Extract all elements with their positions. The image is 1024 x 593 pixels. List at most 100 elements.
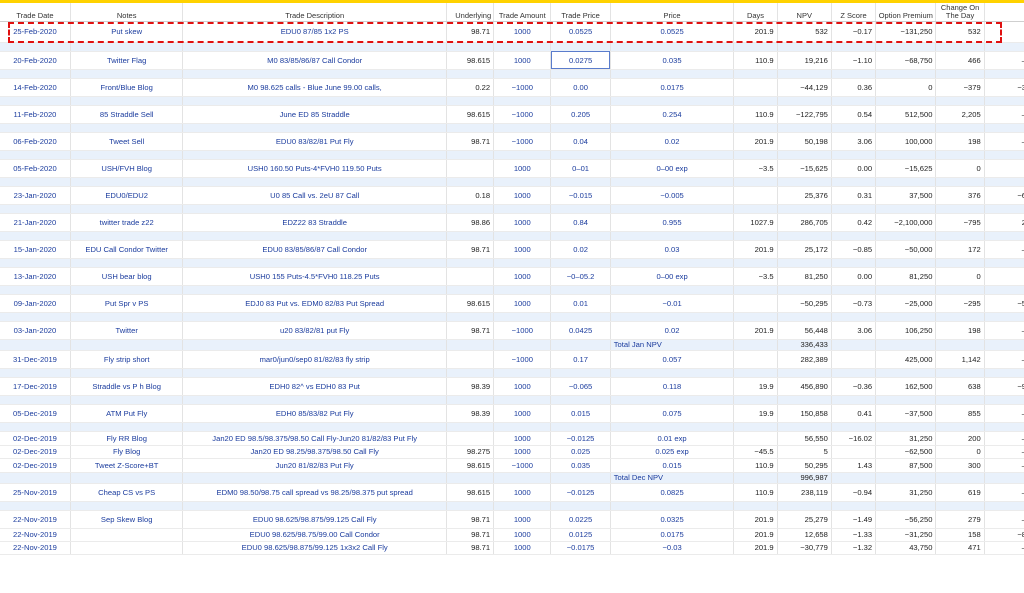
cell-trade-amount[interactable]: 1000	[493, 213, 552, 232]
cell-notes[interactable]	[70, 368, 184, 378]
cell-trade-date[interactable]: 13-Jan-2020	[0, 267, 71, 286]
cell-npv[interactable]	[777, 150, 832, 160]
cell-trade-price[interactable]: 0.04	[550, 132, 611, 151]
cell-npv[interactable]: −122,795	[777, 105, 832, 124]
cell-z-score[interactable]: −1.10	[831, 51, 877, 70]
cell-option-premium[interactable]	[875, 69, 937, 79]
cell-extra[interactable]	[984, 204, 1024, 214]
cell-npv[interactable]: 56,550	[777, 431, 832, 446]
cell-notes[interactable]: Tweet Sell	[70, 132, 184, 151]
cell-trade-amount[interactable]	[493, 123, 552, 133]
cell-extra[interactable]: –	[984, 240, 1024, 259]
cell-underlying[interactable]: 98.71	[446, 321, 495, 340]
cell-notes[interactable]	[70, 231, 184, 241]
cell-change-on-day[interactable]	[935, 177, 985, 187]
cell-price[interactable]: −0.005	[610, 186, 735, 205]
cell-days[interactable]	[733, 231, 778, 241]
cell-npv[interactable]	[777, 69, 832, 79]
cell-change-on-day[interactable]: 466	[935, 51, 985, 70]
cell-npv[interactable]	[777, 422, 832, 432]
cell-notes[interactable]	[70, 204, 184, 214]
cell-price[interactable]: 0.057	[610, 350, 735, 369]
cell-trade-amount[interactable]: 1000	[493, 431, 552, 446]
cell-days[interactable]	[733, 368, 778, 378]
cell-notes[interactable]	[70, 339, 184, 351]
cell-price[interactable]	[610, 368, 735, 378]
header-z-score[interactable]: Z Score	[831, 3, 877, 22]
cell-days[interactable]	[733, 258, 778, 268]
cell-notes[interactable]: Fly RR Blog	[70, 431, 184, 446]
cell-option-premium[interactable]	[875, 258, 937, 268]
cell-days[interactable]: 1027.9	[733, 213, 778, 232]
cell-z-score[interactable]: −16.02	[831, 431, 877, 446]
cell-trade-date[interactable]: 05-Dec-2019	[0, 404, 71, 423]
cell-underlying[interactable]: 98.71	[446, 240, 495, 259]
cell-z-score[interactable]: −0.94	[831, 483, 877, 502]
cell-trade-description[interactable]: U0 85 Call vs. 2eU 87 Call	[182, 186, 447, 205]
cell-trade-amount[interactable]: −1000	[493, 350, 552, 369]
cell-trade-price[interactable]: 0.01	[550, 294, 611, 313]
cell-days[interactable]	[733, 78, 778, 97]
cell-price[interactable]	[610, 96, 735, 106]
cell-trade-description[interactable]	[182, 472, 447, 484]
cell-trade-amount[interactable]	[493, 285, 552, 295]
cell-trade-description[interactable]: June ED 85 Straddle	[182, 105, 447, 124]
cell-trade-date[interactable]	[0, 231, 71, 241]
cell-option-premium[interactable]: −31,250	[875, 528, 937, 542]
cell-trade-date[interactable]: 22-Nov-2019	[0, 510, 71, 529]
cell-trade-amount[interactable]: 1000	[493, 541, 552, 555]
cell-option-premium[interactable]: −15,625	[875, 159, 937, 178]
cell-notes[interactable]: Twitter Flag	[70, 51, 184, 70]
cell-npv[interactable]	[777, 231, 832, 241]
cell-trade-description[interactable]: EDM0 98.50/98.75 call spread vs 98.25/98…	[182, 483, 447, 502]
cell-option-premium[interactable]	[875, 204, 937, 214]
cell-change-on-day[interactable]: 172	[935, 240, 985, 259]
cell-extra[interactable]: −3	[984, 78, 1024, 97]
cell-npv[interactable]	[777, 96, 832, 106]
cell-option-premium[interactable]	[875, 368, 937, 378]
cell-trade-description[interactable]	[182, 368, 447, 378]
cell-trade-amount[interactable]: −1000	[493, 132, 552, 151]
cell-notes[interactable]: Cheap CS vs PS	[70, 483, 184, 502]
cell-trade-price[interactable]	[550, 69, 611, 79]
cell-npv[interactable]: 25,279	[777, 510, 832, 529]
cell-days[interactable]	[733, 312, 778, 322]
header-trade-date[interactable]: Trade Date	[0, 3, 71, 22]
cell-trade-date[interactable]	[0, 395, 71, 405]
cell-price[interactable]: 0–00 exp	[610, 267, 735, 286]
cell-trade-date[interactable]: 02-Dec-2019	[0, 431, 71, 446]
cell-days[interactable]: 19.9	[733, 377, 778, 396]
cell-trade-date[interactable]	[0, 472, 71, 484]
cell-trade-description[interactable]: mar0/jun0/sep0 81/82/83 fly strip	[182, 350, 447, 369]
cell-trade-price[interactable]: −0.015	[550, 186, 611, 205]
cell-extra[interactable]	[984, 123, 1024, 133]
cell-change-on-day[interactable]: 0	[935, 267, 985, 286]
cell-extra[interactable]: –	[984, 458, 1024, 473]
cell-option-premium[interactable]	[875, 472, 937, 484]
cell-change-on-day[interactable]: 2,205	[935, 105, 985, 124]
cell-price[interactable]: 0.025 exp	[610, 445, 735, 459]
cell-npv[interactable]	[777, 501, 832, 511]
cell-trade-description[interactable]	[182, 339, 447, 351]
cell-trade-description[interactable]	[182, 42, 447, 52]
cell-trade-date[interactable]: 20-Feb-2020	[0, 51, 71, 70]
cell-trade-description[interactable]: EDJ0 83 Put vs. EDM0 82/83 Put Spread	[182, 294, 447, 313]
cell-z-score[interactable]: −0.73	[831, 294, 877, 313]
cell-days[interactable]	[733, 395, 778, 405]
cell-option-premium[interactable]: −37,500	[875, 404, 937, 423]
cell-underlying[interactable]	[446, 431, 495, 446]
cell-notes[interactable]: USH bear blog	[70, 267, 184, 286]
cell-change-on-day[interactable]: 198	[935, 321, 985, 340]
cell-trade-price[interactable]: 0.0275	[550, 51, 611, 70]
cell-underlying[interactable]	[446, 42, 495, 52]
cell-npv[interactable]: −30,779	[777, 541, 832, 555]
cell-days[interactable]	[733, 42, 778, 52]
cell-z-score[interactable]	[831, 501, 877, 511]
cell-extra[interactable]: –	[984, 105, 1024, 124]
cell-days[interactable]	[733, 431, 778, 446]
cell-extra[interactable]: –	[984, 350, 1024, 369]
cell-z-score[interactable]: 0.00	[831, 267, 877, 286]
cell-z-score[interactable]: −1.33	[831, 528, 877, 542]
cell-price[interactable]	[610, 285, 735, 295]
cell-underlying[interactable]: 98.615	[446, 458, 495, 473]
